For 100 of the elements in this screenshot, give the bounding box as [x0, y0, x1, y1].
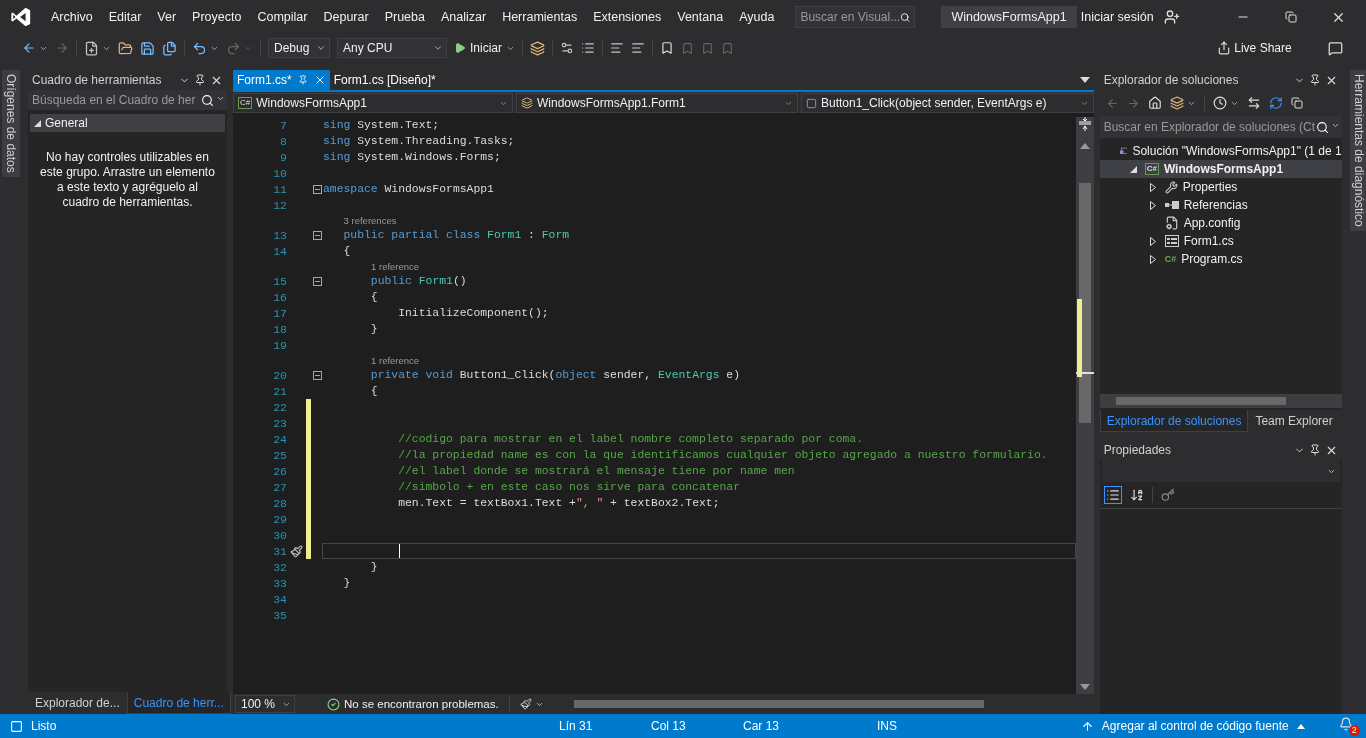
- tree-item[interactable]: C# WindowsFormsApp1: [1099, 160, 1342, 178]
- line-number: 25: [272, 448, 287, 462]
- notifications-button[interactable]: 2: [1338, 716, 1360, 736]
- codelens-reference-count[interactable]: 1 reference: [371, 260, 420, 272]
- forward-button[interactable]: [1126, 96, 1140, 110]
- menu-item[interactable]: Analizar: [433, 10, 494, 24]
- platform-dropdown[interactable]: Any CPU: [337, 38, 447, 58]
- clear-bookmarks-button[interactable]: [721, 41, 734, 55]
- line-number: 35: [272, 608, 287, 622]
- back-button[interactable]: [22, 41, 48, 55]
- feedback-button[interactable]: [1327, 40, 1343, 56]
- horizontal-scrollbar[interactable]: [1099, 394, 1342, 408]
- tree-item[interactable]: Properties: [1099, 178, 1342, 196]
- navigation-dropdown[interactable]: WindowsFormsApp1.Form1: [516, 93, 798, 113]
- format-button[interactable]: [581, 41, 595, 55]
- line-number: 16: [272, 290, 287, 304]
- tree-item[interactable]: Referencias: [1099, 196, 1342, 214]
- document-tab[interactable]: Form1.cs*: [233, 70, 330, 90]
- expanded-arrow-icon[interactable]: [1129, 165, 1137, 173]
- open-button[interactable]: [118, 40, 133, 56]
- collapsed-arrow-icon[interactable]: [1149, 236, 1156, 246]
- configuration-dropdown[interactable]: Debug: [268, 38, 330, 58]
- back-button[interactable]: [1105, 96, 1119, 110]
- collapsed-arrow-icon[interactable]: [1149, 182, 1156, 192]
- side-tab[interactable]: Orígenes de datos: [2, 70, 20, 177]
- menu-item[interactable]: Ver: [150, 10, 184, 24]
- split-icon[interactable]: [1077, 117, 1092, 131]
- menu-item[interactable]: Extensiones: [586, 10, 669, 24]
- search-field[interactable]: Buscar en Explorador de soluciones (Ct: [1099, 116, 1342, 138]
- collapse-all-button[interactable]: [1290, 97, 1303, 109]
- menu-item[interactable]: Herramientas: [495, 10, 585, 24]
- refresh-button[interactable]: [1268, 96, 1283, 110]
- tree-item[interactable]: C# Program.cs: [1099, 250, 1342, 268]
- pin-icon: [1308, 74, 1321, 86]
- line-number: 10: [272, 166, 287, 180]
- search-field[interactable]: Buscar en Visual...: [795, 6, 916, 28]
- collapse-icon[interactable]: [312, 184, 322, 194]
- pending-changes-button[interactable]: [1212, 96, 1239, 110]
- previous-bookmark-button[interactable]: [681, 41, 694, 55]
- group-header[interactable]: General: [30, 114, 225, 132]
- zoom-dropdown[interactable]: 100 %: [235, 695, 295, 713]
- collapsed-arrow-icon[interactable]: [1149, 200, 1156, 210]
- panel-tab[interactable]: Cuadro de herr...: [126, 692, 231, 714]
- sync-button[interactable]: [1246, 96, 1261, 110]
- menu-item[interactable]: Ayuda: [732, 10, 782, 24]
- undo-button[interactable]: [192, 40, 219, 56]
- collapse-icon[interactable]: [312, 370, 322, 380]
- issues-status[interactable]: No se encontraron problemas.: [327, 697, 499, 711]
- scroll-up-icon[interactable]: [1079, 143, 1090, 149]
- vertical-scrollbar[interactable]: [1075, 117, 1094, 694]
- scroll-thumb[interactable]: [573, 700, 984, 708]
- menu-item[interactable]: Compilar: [250, 10, 315, 24]
- code-text: }: [369, 561, 378, 573]
- tree-item[interactable]: Solución "WindowsFormsApp1" (1 de 1: [1099, 142, 1342, 160]
- menu-item[interactable]: Editar: [101, 10, 149, 24]
- line-number: 22: [272, 400, 287, 414]
- categorized-button[interactable]: [1103, 486, 1122, 504]
- step-button[interactable]: [560, 41, 574, 55]
- navigation-dropdown[interactable]: Button1_Click(object sender, EventArgs e): [801, 93, 1094, 113]
- menu-item[interactable]: Proyecto: [185, 10, 249, 24]
- tree-item[interactable]: Form1.cs: [1099, 232, 1342, 250]
- collapsed-arrow-icon[interactable]: [1149, 254, 1156, 264]
- search-field[interactable]: Búsqueda en el Cuadro de her: [28, 90, 227, 110]
- tree-item[interactable]: App.config: [1099, 214, 1342, 232]
- comment-button[interactable]: [631, 41, 645, 55]
- code-cleanup-button[interactable]: [519, 698, 544, 710]
- document-tab[interactable]: Form1.cs [Diseño]*: [329, 70, 440, 90]
- home-button[interactable]: [1147, 96, 1162, 110]
- tab-list-icon[interactable]: [1079, 77, 1090, 83]
- live-share-button[interactable]: Live Share: [1217, 41, 1292, 55]
- feedback-icon: [1327, 40, 1343, 56]
- source-control-button[interactable]: Agregar al control de código fuente: [1101, 719, 1289, 733]
- bookmark-button[interactable]: [660, 41, 674, 55]
- scroll-thumb[interactable]: [1115, 397, 1286, 405]
- caret-icon[interactable]: [1296, 723, 1305, 729]
- list-icon: [581, 41, 595, 55]
- codelens-reference-count[interactable]: 3 references: [343, 214, 397, 226]
- collapse-icon[interactable]: [312, 230, 322, 240]
- indent-button[interactable]: [610, 41, 624, 55]
- menu-item[interactable]: Ventana: [670, 10, 731, 24]
- codelens-reference-count[interactable]: 1 reference: [371, 354, 420, 366]
- paintbrush-icon: [519, 698, 532, 710]
- menu-item[interactable]: Depurar: [316, 10, 376, 24]
- panel-tab[interactable]: Explorador de soluciones: [1099, 410, 1249, 432]
- collapse-icon[interactable]: [312, 276, 322, 286]
- menu-item[interactable]: Prueba: [377, 10, 432, 24]
- sign-in-link[interactable]: Iniciar sesión: [1080, 10, 1154, 24]
- save-button[interactable]: [140, 40, 155, 56]
- navigation-dropdown[interactable]: C# WindowsFormsApp1: [233, 93, 513, 113]
- menu-item[interactable]: Archivo: [44, 10, 100, 24]
- new-item-button[interactable]: [84, 40, 111, 56]
- redo-button[interactable]: [226, 40, 253, 56]
- switch-views-button[interactable]: [1169, 96, 1196, 110]
- side-tab[interactable]: Herramientas de diagnóstico: [1349, 70, 1366, 231]
- next-bookmark-button[interactable]: [701, 41, 714, 55]
- start-button[interactable]: Iniciar: [454, 41, 515, 55]
- refresh-icon: [1268, 96, 1283, 110]
- scroll-down-icon[interactable]: [1079, 684, 1090, 690]
- browse-button[interactable]: [530, 40, 545, 56]
- save-all-button[interactable]: [162, 40, 177, 56]
